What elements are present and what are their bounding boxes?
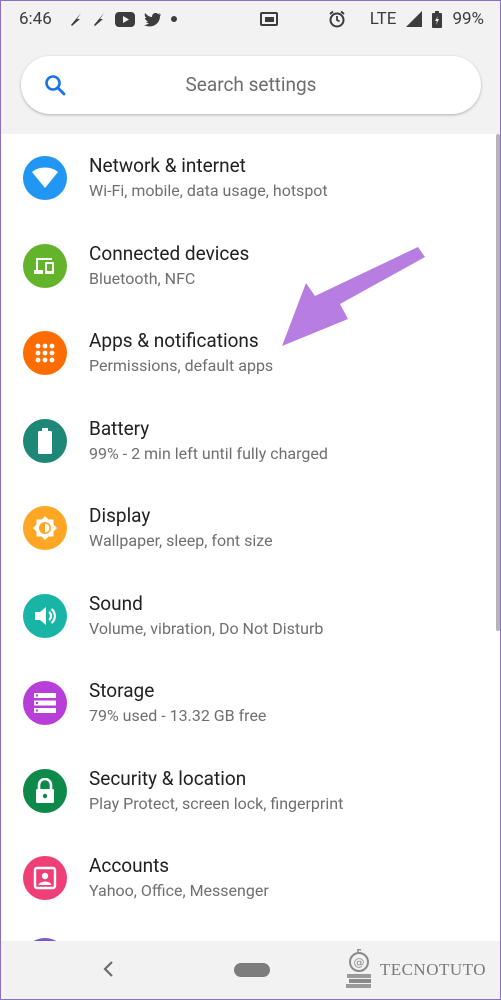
settings-item-title: Storage: [89, 679, 155, 702]
battery-icon: [432, 10, 443, 28]
accounts-icon-badge: [23, 856, 67, 900]
settings-item-accounts[interactable]: Accounts Yahoo, Office, Messenger: [1, 834, 500, 922]
settings-item-subtitle: Volume, vibration, Do Not Disturb: [89, 618, 324, 638]
bolt-icon: [94, 13, 104, 26]
settings-item-battery[interactable]: Battery 99% - 2 min left until fully cha…: [1, 397, 500, 485]
settings-item-title: Display: [89, 504, 151, 527]
back-icon[interactable]: [101, 958, 115, 980]
home-button[interactable]: [234, 963, 270, 977]
settings-item-title: Network & internet: [89, 154, 246, 177]
lock-icon: [36, 777, 54, 803]
devices-icon: [34, 257, 54, 274]
sound-icon-badge: [23, 593, 67, 638]
twitter-icon: [144, 12, 161, 26]
search-bar[interactable]: Search settings: [21, 56, 481, 114]
notification-icons: [69, 11, 177, 27]
alarm-icon: [329, 10, 345, 28]
signal-icon: [406, 11, 423, 27]
bolt-icon: [71, 13, 81, 26]
settings-item-subtitle: Wallpaper, sleep, font size: [89, 531, 273, 550]
settings-item-title: Battery: [89, 416, 150, 440]
watermark-text: TECNOTUTO: [379, 960, 486, 979]
status-bar: 6:46 LTE 99%: [1, 1, 500, 36]
battery-percent: 99%: [452, 9, 484, 29]
watermark: @ TECNOTUTO: [344, 949, 486, 991]
settings-item-title: Accounts: [89, 854, 170, 877]
volume-icon: [35, 606, 56, 625]
account-icon: [33, 866, 57, 890]
settings-list: Network & internet Wi-Fi, mobile, data u…: [1, 134, 500, 922]
settings-item-subtitle: Yahoo, Office, Messenger: [89, 881, 269, 900]
brightness-icon: [33, 516, 57, 540]
settings-item-subtitle: 99% - 2 min left until fully charged: [89, 443, 328, 463]
battery-icon-badge: [23, 418, 67, 463]
status-time: 6:46: [19, 9, 52, 29]
settings-item-subtitle: Permissions, default apps: [89, 356, 274, 375]
settings-item-security-location[interactable]: Security & location Play Protect, screen…: [1, 747, 500, 835]
settings-item-network[interactable]: Network & internet Wi-Fi, mobile, data u…: [1, 134, 500, 222]
display-icon-badge: [23, 506, 67, 550]
navigation-bar: @ TECNOTUTO: [1, 941, 500, 999]
status-right: LTE 99%: [259, 9, 484, 29]
svg-text:@: @: [353, 956, 364, 969]
battery-icon: [38, 427, 52, 454]
apps-icon-badge: [23, 331, 67, 375]
settings-item-title: Security & location: [89, 766, 247, 790]
settings-item-display[interactable]: Display Wallpaper, sleep, font size: [1, 484, 500, 572]
storage-icon: [34, 693, 56, 713]
network-type: LTE: [369, 9, 397, 29]
apps-grid-icon: [35, 343, 55, 363]
storage-icon-badge: [23, 681, 67, 725]
scrollbar[interactable]: [496, 134, 500, 631]
settings-item-subtitle: Play Protect, screen lock, fingerprint: [89, 793, 344, 813]
search-area: Search settings: [1, 36, 500, 134]
network-icon-badge: [23, 156, 67, 200]
wifi-icon: [32, 167, 58, 188]
settings-item-title: Connected devices: [89, 241, 250, 265]
search-placeholder: Search settings: [185, 73, 317, 96]
settings-item-connected-devices[interactable]: Connected devices Bluetooth, NFC: [1, 222, 500, 310]
settings-item-title: Sound: [89, 591, 143, 615]
devices-icon-badge: [23, 243, 67, 288]
security-icon-badge: [23, 768, 67, 813]
settings-item-subtitle: Wi-Fi, mobile, data usage, hotspot: [89, 181, 328, 200]
settings-item-subtitle: Bluetooth, NFC: [89, 268, 196, 288]
cast-icon: [259, 11, 278, 26]
settings-item-apps-notifications[interactable]: Apps & notifications Permissions, defaul…: [1, 309, 500, 397]
youtube-icon: [115, 11, 135, 27]
watermark-logo-icon: @: [345, 949, 371, 988]
settings-item-title: Apps & notifications: [89, 329, 259, 352]
settings-item-subtitle: 79% used - 13.32 GB free: [89, 706, 267, 725]
dot-icon: [171, 16, 177, 22]
settings-item-storage[interactable]: Storage 79% used - 13.32 GB free: [1, 659, 500, 747]
settings-item-sound[interactable]: Sound Volume, vibration, Do Not Disturb: [1, 572, 500, 660]
settings-screen: 6:46 LTE 99% Search settings Network & i…: [0, 0, 501, 1000]
